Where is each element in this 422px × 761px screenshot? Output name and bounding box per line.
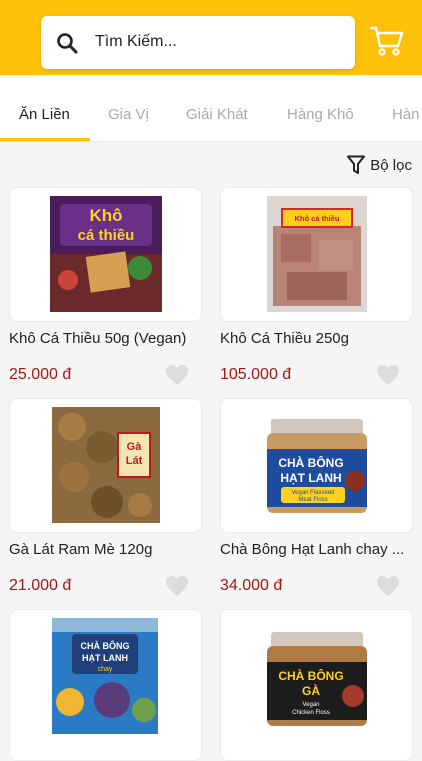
package-text: Lát: [126, 455, 143, 467]
product-card[interactable]: CHÀ BÔNG HẠT LANH chay: [9, 609, 202, 761]
search-input[interactable]: Tìm Kiếm...: [95, 33, 177, 51]
favorite-heart-icon[interactable]: [376, 575, 400, 597]
product-card[interactable]: CHÀ BÔNG GÀ Vegan Chicken Floss: [220, 609, 413, 761]
package-text: cá thiều: [78, 227, 135, 244]
package-text: Vegan: [302, 702, 319, 708]
search-bar[interactable]: Tìm Kiếm...: [41, 16, 355, 69]
package-text: Meat Floss: [298, 497, 327, 503]
product-image: CHÀ BÔNG HẠT LANH chay: [52, 618, 158, 734]
product-title[interactable]: Gà Lát Ram Mè 120g: [9, 541, 204, 558]
package-text: chay: [98, 666, 113, 673]
package-text: CHÀ BÔNG: [81, 640, 130, 651]
package-text: Khô: [89, 206, 122, 225]
product-image: Gà Lát: [52, 407, 160, 523]
product-image: Khô cá thiều: [50, 196, 162, 312]
tab-hang-kho[interactable]: Hàng Khô: [287, 106, 354, 123]
package-text: HẠT LANH: [280, 471, 341, 485]
package-text: CHÀ BÔNG: [278, 455, 343, 470]
product-image: CHÀ BÔNG GÀ Vegan Chicken Floss: [265, 632, 369, 728]
favorite-heart-icon[interactable]: [165, 575, 189, 597]
product-price: 25.000 đ: [9, 366, 72, 383]
app-header: Tìm Kiếm...: [0, 0, 422, 75]
category-tabs: Ăn Liền Gia Vị Giải Khát Hàng Khô Hàn: [0, 75, 422, 142]
active-tab-indicator: [0, 138, 90, 141]
product-price: 21.000 đ: [9, 577, 72, 594]
filter-label: Bộ lọc: [370, 156, 412, 174]
tab-gia-vi[interactable]: Gia Vị: [108, 106, 149, 123]
product-title[interactable]: Khô Cá Thiều 50g (Vegan): [9, 330, 204, 347]
filter-icon: [347, 155, 366, 174]
product-title[interactable]: Chà Bông Hạt Lanh chay ...: [220, 541, 415, 558]
product-card[interactable]: Khô cá thiều: [9, 187, 202, 322]
filter-button[interactable]: Bộ lọc: [347, 154, 412, 176]
package-text: HẠT LANH: [82, 653, 128, 663]
package-text: Chicken Floss: [292, 710, 330, 716]
package-text: Gà: [127, 441, 143, 453]
package-text: Vegan Flaxseed: [291, 490, 334, 496]
product-image: Khô cá thiều: [267, 196, 367, 312]
package-text: GÀ: [302, 683, 320, 698]
tab-an-lien[interactable]: Ăn Liền: [19, 106, 70, 123]
package-text: CHÀ BÔNG: [278, 668, 343, 683]
favorite-heart-icon[interactable]: [376, 364, 400, 386]
package-text: Khô cá thiều: [294, 214, 339, 223]
product-image: CHÀ BÔNG HẠT LANH Vegan Flaxseed Meat Fl…: [265, 419, 369, 515]
search-icon: [57, 33, 78, 54]
product-card[interactable]: Gà Lát: [9, 398, 202, 533]
product-card[interactable]: CHÀ BÔNG HẠT LANH Vegan Flaxseed Meat Fl…: [220, 398, 413, 533]
product-title[interactable]: Khô Cá Thiều 250g: [220, 330, 415, 347]
tab-han[interactable]: Hàn: [392, 106, 420, 123]
tab-giai-khat[interactable]: Giải Khát: [186, 106, 248, 123]
product-price: 34.000 đ: [220, 577, 283, 594]
cart-icon[interactable]: [370, 25, 404, 57]
product-price: 105.000 đ: [220, 366, 292, 383]
favorite-heart-icon[interactable]: [165, 364, 189, 386]
product-card[interactable]: Khô cá thiều: [220, 187, 413, 322]
